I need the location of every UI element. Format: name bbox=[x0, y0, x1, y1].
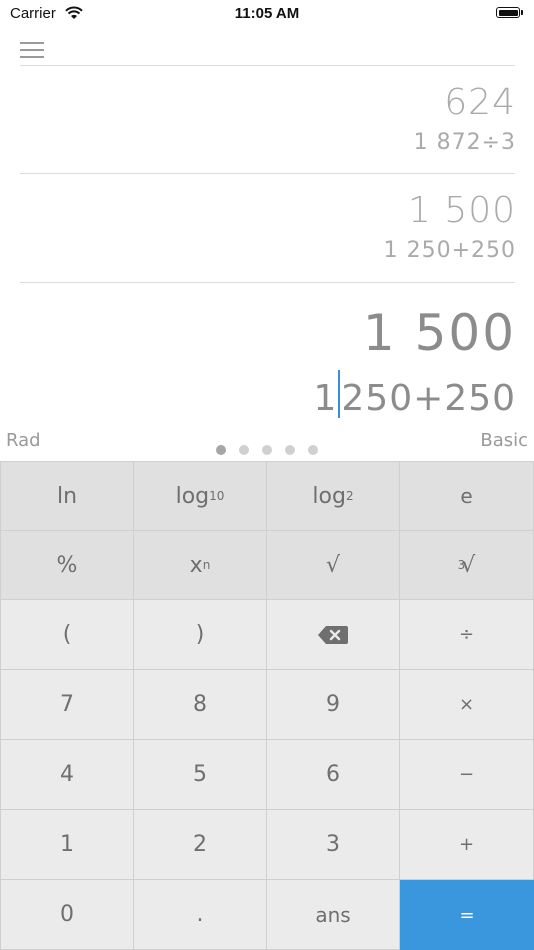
percent-label: % bbox=[56, 552, 78, 578]
plus-label: + bbox=[458, 834, 475, 855]
cbrt-key[interactable]: 3 √ bbox=[400, 531, 533, 599]
page-dot[interactable] bbox=[216, 445, 226, 455]
two-label: 2 bbox=[193, 832, 207, 857]
divider bbox=[20, 173, 515, 174]
page-dot[interactable] bbox=[308, 445, 318, 455]
expression-before-caret: 1 bbox=[313, 378, 338, 419]
three-label: 3 bbox=[326, 832, 340, 857]
log-base-label: 10 bbox=[209, 489, 225, 503]
log-label: log bbox=[312, 483, 346, 509]
ans-label: ans bbox=[315, 902, 351, 927]
decimal-label: . bbox=[196, 902, 204, 927]
sqrt-key[interactable]: √ bbox=[267, 531, 399, 599]
nine-label: 9 bbox=[326, 692, 340, 717]
sqrt-label: √ bbox=[325, 552, 341, 578]
status-bar: Carrier 11:05 AM bbox=[0, 0, 534, 28]
history-expression[interactable]: 1 250+250 bbox=[384, 238, 516, 263]
ans-key[interactable]: ans bbox=[267, 880, 399, 949]
close-paren-key[interactable]: ) bbox=[134, 600, 266, 669]
open-paren-label: ( bbox=[62, 622, 72, 647]
decimal-key[interactable]: . bbox=[134, 880, 266, 949]
equals-label: = bbox=[459, 904, 475, 926]
log-base-label: 2 bbox=[345, 489, 354, 503]
divide-label: ÷ bbox=[458, 624, 475, 645]
open-paren-key[interactable]: ( bbox=[1, 600, 133, 669]
ln-key[interactable]: ln bbox=[1, 462, 133, 530]
nine-key[interactable]: 9 bbox=[267, 670, 399, 739]
current-result: 1 500 bbox=[362, 304, 516, 362]
one-key[interactable]: 1 bbox=[1, 810, 133, 879]
expression-after-caret: 250+250 bbox=[341, 378, 516, 419]
multiply-label: × bbox=[458, 694, 475, 715]
equals-key[interactable]: = bbox=[400, 880, 534, 950]
eight-key[interactable]: 8 bbox=[134, 670, 266, 739]
page-indicator[interactable] bbox=[216, 445, 326, 457]
power-key[interactable]: xn bbox=[134, 531, 266, 599]
multiply-key[interactable]: × bbox=[400, 670, 533, 739]
two-key[interactable]: 2 bbox=[134, 810, 266, 879]
page-dot[interactable] bbox=[262, 445, 272, 455]
keypad: ln log 10 log 2 e % xn √ 3 √ ( ) ÷ 7 8 9 × … bbox=[0, 461, 534, 950]
seven-key[interactable]: 7 bbox=[1, 670, 133, 739]
one-label: 1 bbox=[60, 832, 74, 857]
log10-key[interactable]: log 10 bbox=[134, 462, 266, 530]
page-dot[interactable] bbox=[285, 445, 295, 455]
six-key[interactable]: 6 bbox=[267, 740, 399, 809]
minus-key[interactable]: − bbox=[400, 740, 533, 809]
three-key[interactable]: 3 bbox=[267, 810, 399, 879]
angle-mode-toggle[interactable]: Rad bbox=[6, 430, 41, 451]
close-paren-label: ) bbox=[195, 622, 205, 647]
page-dot[interactable] bbox=[239, 445, 249, 455]
eight-label: 8 bbox=[193, 692, 207, 717]
divide-key[interactable]: ÷ bbox=[400, 600, 533, 669]
history-result[interactable]: 1 500 bbox=[408, 190, 516, 231]
percent-key[interactable]: % bbox=[1, 531, 133, 599]
e-label: e bbox=[460, 484, 473, 508]
ln-label: ln bbox=[56, 483, 78, 509]
zero-label: 0 bbox=[60, 902, 74, 927]
six-label: 6 bbox=[326, 762, 340, 787]
seven-label: 7 bbox=[60, 692, 74, 717]
four-label: 4 bbox=[60, 762, 74, 787]
battery-icon bbox=[496, 7, 520, 18]
backspace-icon bbox=[318, 625, 348, 644]
euler-key[interactable]: e bbox=[400, 462, 533, 530]
expression-input[interactable]: 1 250+250 bbox=[314, 370, 517, 419]
plus-key[interactable]: + bbox=[400, 810, 533, 879]
minus-label: − bbox=[458, 764, 475, 785]
zero-key[interactable]: 0 bbox=[1, 880, 133, 949]
five-key[interactable]: 5 bbox=[134, 740, 266, 809]
battery-tip bbox=[521, 10, 523, 15]
four-key[interactable]: 4 bbox=[1, 740, 133, 809]
divider bbox=[20, 65, 515, 66]
log2-key[interactable]: log 2 bbox=[267, 462, 399, 530]
power-base-label: x bbox=[189, 552, 203, 578]
divider bbox=[20, 282, 515, 283]
five-label: 5 bbox=[193, 762, 207, 787]
keyboard-mode-toggle[interactable]: Basic bbox=[480, 430, 528, 451]
backspace-key[interactable] bbox=[267, 600, 399, 669]
history-expression[interactable]: 1 872÷3 bbox=[414, 130, 516, 155]
hamburger-icon[interactable] bbox=[20, 42, 44, 60]
cbrt-label: √ bbox=[461, 552, 476, 578]
history-result[interactable]: 624 bbox=[444, 82, 516, 123]
power-exponent-label: n bbox=[202, 558, 211, 572]
clock: 11:05 AM bbox=[234, 5, 300, 22]
log-label: log bbox=[175, 483, 210, 509]
